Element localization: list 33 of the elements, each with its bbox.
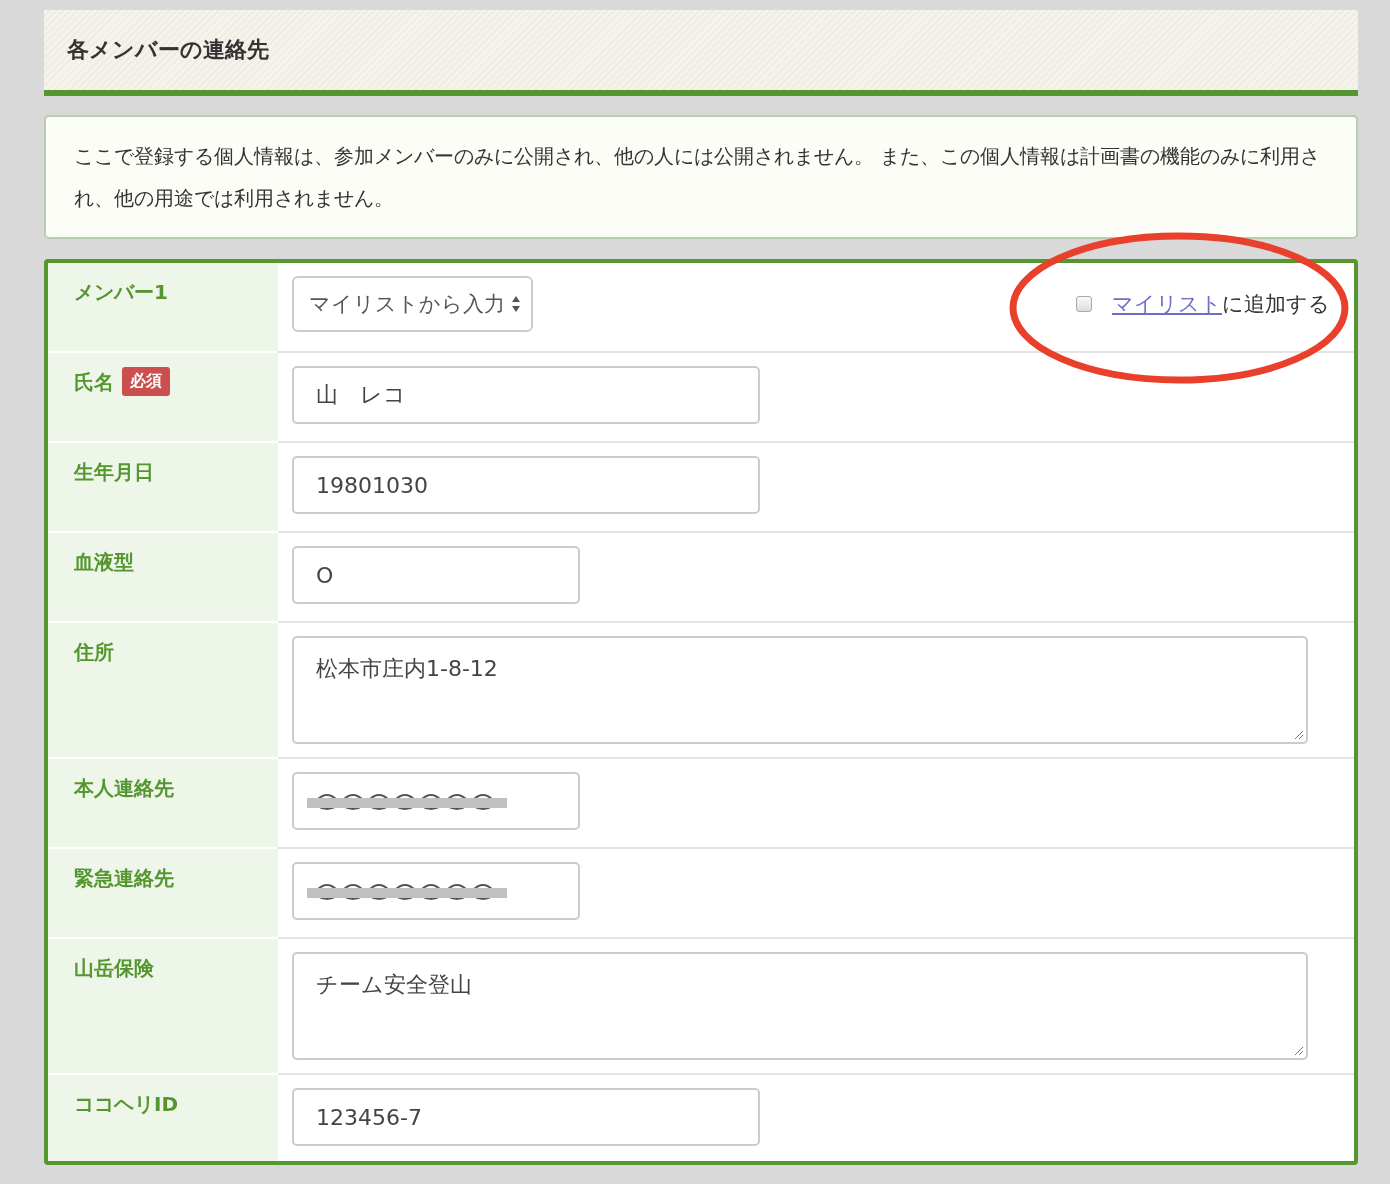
text-field[interactable]: 山 レコ [292,366,760,424]
notice-text: ここで登録する個人情報は、参加メンバーのみに公開され、他の人には公開されません。 また、この個人情報は計画書の機能のみに利用され、他の用途では利用されません。 [74,143,1322,212]
field-label: ココヘリID [74,1091,179,1118]
field-value: O [316,562,334,588]
field-label: 生年月日 [74,459,154,486]
field-label: メンバー1 [74,279,168,306]
required-badge: 必須 [122,367,170,396]
textarea-field[interactable]: チーム安全登山 [292,952,1308,1060]
text-field[interactable]: 123456-7 [292,1088,760,1146]
field-label: 氏名 [74,369,114,396]
field-value: 松本市庄内1-8-12 [316,655,498,683]
field-label: 山岳保険 [74,955,154,982]
sort-arrows-icon [511,294,521,314]
field-label: 住所 [74,639,114,666]
field-value: チーム安全登山 [316,971,472,999]
field-label: 血液型 [74,549,134,576]
mylist-link[interactable]: マイリスト [1112,290,1222,318]
textarea-field[interactable]: 松本市庄内1-8-12 [292,636,1308,744]
section-title: 各メンバーの連絡先 [67,36,269,64]
checkbox-label: に追加する [1222,291,1330,318]
field-value: 山 レコ [316,381,406,409]
text-field[interactable]: O [292,546,580,604]
text-field[interactable] [292,862,580,920]
text-field[interactable] [292,772,580,830]
field-value: 19801030 [316,472,428,498]
field-label: 本人連絡先 [74,775,174,802]
resize-grip-icon [1292,1044,1304,1056]
checkbox[interactable] [1076,296,1092,312]
select-dropdown[interactable]: マイリストから入力 [292,276,533,332]
text-field[interactable]: 19801030 [292,456,760,514]
field-value: 123456-7 [316,1104,422,1130]
resize-grip-icon [1292,728,1304,740]
field-label: 緊急連絡先 [74,865,174,892]
